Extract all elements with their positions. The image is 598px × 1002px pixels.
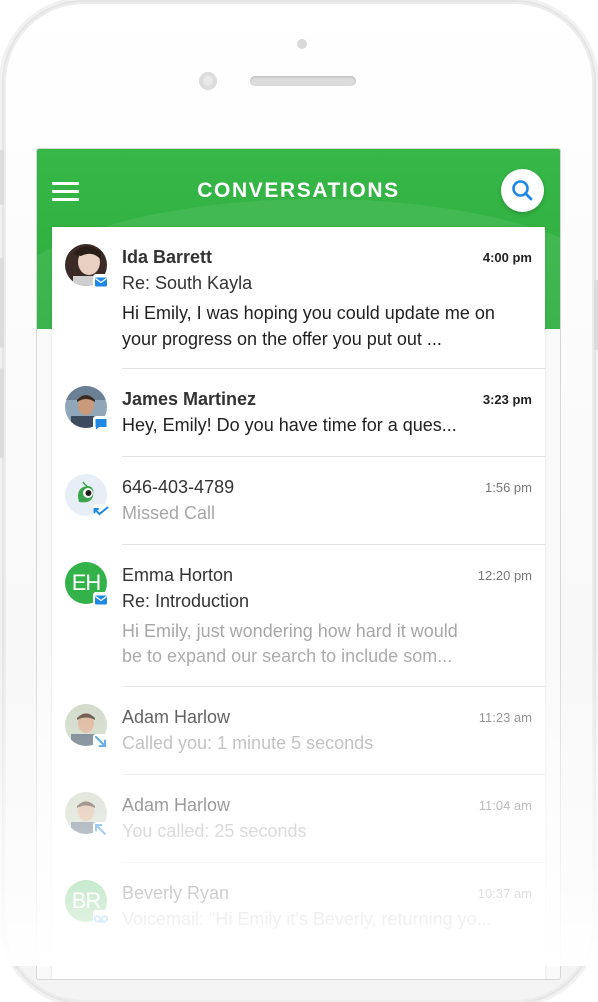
hamburger-menu-icon[interactable] [52,182,79,202]
message-preview: be to expand our search to include som..… [122,646,453,666]
timestamp: 11:23 am [478,710,532,725]
message-subject: Re: South Kayla [122,273,253,293]
conversation-list: Ida Barrett 4:00 pm Re: South Kayla Hi E… [52,227,545,979]
call-status: You called: 25 seconds [122,821,307,841]
conversation-row[interactable]: Ida Barrett 4:00 pm Re: South Kayla Hi E… [52,227,545,369]
timestamp: 4:00 pm [482,250,532,265]
email-icon [93,274,109,290]
contact-name: Adam Harlow [122,795,231,815]
call-status: Missed Call [122,503,216,523]
timestamp: 3:23 pm [482,392,532,407]
message-preview: Hi Emily, just wondering how hard it wou… [122,621,458,641]
contact-name: Adam Harlow [122,707,231,727]
conversation-row[interactable]: 646-403-4789 1:56 pm Missed Call [52,457,545,545]
contact-name: 646-403-4789 [122,477,235,497]
missed-call-icon [93,504,109,520]
contact-name: Emma Horton [122,565,234,585]
conversation-row[interactable]: Adam Harlow 11:23 am Called you: 1 minut… [52,687,545,775]
volume-up-button [0,258,4,348]
message-preview: Hi Emily, I was hoping you could update … [122,303,495,323]
timestamp: 1:56 pm [485,480,532,495]
conversation-row[interactable]: BR Beverly Ryan 10:37 am Voicemail: "Hi … [52,863,545,951]
earpiece-speaker [250,76,356,86]
sensor-dot [297,39,307,49]
conversation-row[interactable]: EH Emma Horton 12:20 pm Re: Introduction… [52,545,545,687]
timestamp: 12:20 pm [477,568,532,583]
call-status: Called you: 1 minute 5 seconds [122,733,374,753]
voicemail-icon [93,910,109,926]
message-subject: Re: Introduction [122,591,250,611]
volume-down-button [0,368,4,458]
power-button [594,280,598,350]
search-icon [512,180,533,201]
message-preview: Hey, Emily! Do you have time for a ques.… [122,415,457,435]
voicemail-preview: Voicemail: "Hi Emily it's Beverly, retur… [122,909,492,929]
front-camera [199,72,217,90]
contact-name: Beverly Ryan [122,883,230,903]
app-screen: CONVERSATIONS Ida Barrett 4:00 pm Re: So… [37,149,560,979]
timestamp: 10:37 am [477,886,532,901]
email-icon [93,592,109,608]
contact-name: Ida Barrett [122,247,213,267]
search-button[interactable] [501,169,544,212]
page-title: CONVERSATIONS [197,179,400,202]
contact-name: James Martinez [122,389,257,409]
incoming-call-icon [93,734,109,750]
conversation-row[interactable]: James Martinez 3:23 pm Hey, Emily! Do yo… [52,369,545,457]
mute-switch [0,150,4,205]
outgoing-call-icon [93,822,109,838]
conversation-row[interactable]: Adam Harlow 11:04 am You called: 25 seco… [52,775,545,863]
timestamp: 11:04 am [478,798,532,813]
message-preview: your progress on the offer you put out .… [122,329,442,349]
chat-icon [93,416,109,432]
